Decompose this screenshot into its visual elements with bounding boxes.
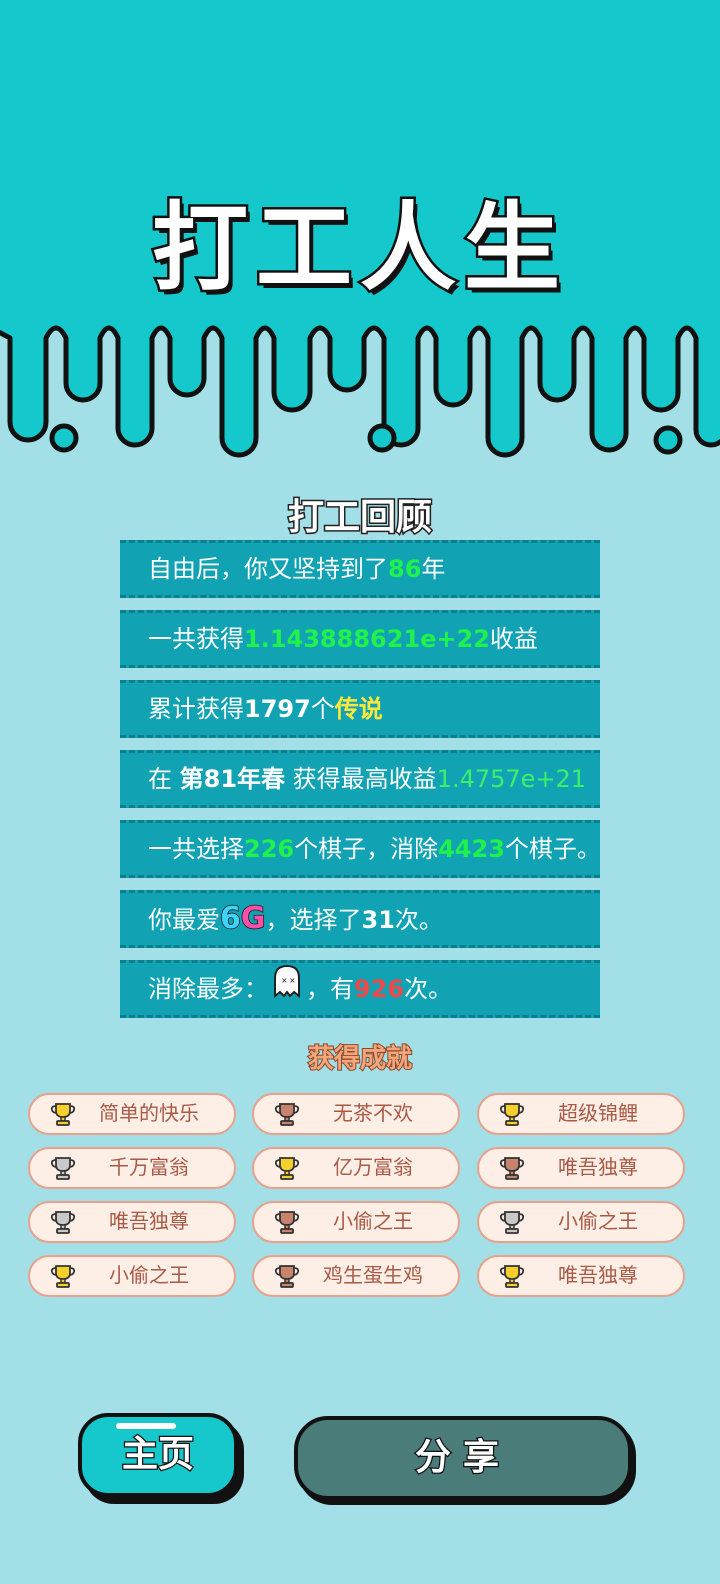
trophy-icon xyxy=(499,1157,525,1180)
achievement-badge: 无茶不欢 xyxy=(252,1093,460,1135)
achievement-badge: 简单的快乐 xyxy=(28,1093,236,1135)
stat-row-legends: 累计获得1797个传说 xyxy=(120,680,600,738)
achievement-label: 千万富翁 xyxy=(109,1155,189,1179)
trophy-icon xyxy=(274,1103,300,1126)
stat-row-favorite: 你最爱6G，选择了31次。 xyxy=(120,890,600,948)
drip-dot xyxy=(653,425,683,455)
favorite-piece-icon: 6G xyxy=(219,900,266,937)
trophy-icon xyxy=(50,1211,76,1234)
achievement-label: 小偷之王 xyxy=(333,1209,413,1233)
achievement-badge: 唯吾独尊 xyxy=(28,1201,236,1243)
achievement-label: 亿万富翁 xyxy=(333,1155,413,1179)
app-title: 打工人生 xyxy=(150,190,568,307)
achievement-badge: 超级锦鲤 xyxy=(477,1093,685,1135)
trophy-icon xyxy=(274,1157,300,1180)
achievement-label: 小偷之王 xyxy=(558,1209,638,1233)
achievement-label: 唯吾独尊 xyxy=(558,1155,638,1179)
trophy-icon xyxy=(499,1211,525,1234)
stat-row-income: 一共获得1.143888621e+22收益 xyxy=(120,610,600,668)
achievement-badge: 唯吾独尊 xyxy=(477,1255,685,1297)
stat-row-pieces: 一共选择226个棋子，消除4423个棋子。 xyxy=(120,820,601,878)
achievement-badge: 鸡生蛋生鸡 xyxy=(252,1255,460,1297)
trophy-icon xyxy=(50,1157,76,1180)
svg-text:×: × xyxy=(281,976,288,985)
achievement-label: 超级锦鲤 xyxy=(558,1101,638,1125)
trophy-icon xyxy=(499,1103,525,1126)
svg-text:×: × xyxy=(289,976,296,985)
stat-row-most-eliminated: 消除最多： × × ，有926次。 xyxy=(120,960,600,1018)
achievement-label: 鸡生蛋生鸡 xyxy=(323,1263,423,1287)
home-button[interactable]: 主页 xyxy=(78,1413,238,1497)
trophy-icon xyxy=(274,1211,300,1234)
trophy-icon xyxy=(50,1265,76,1288)
stat-row-years: 自由后，你又坚持到了86年 xyxy=(120,540,600,598)
header-banner: 打工人生 xyxy=(0,0,720,470)
achievement-label: 无茶不欢 xyxy=(333,1101,413,1125)
trophy-icon xyxy=(499,1265,525,1288)
stat-row-best-income: 在 第81年春 获得最高收益1.4757e+21 xyxy=(120,750,600,808)
achievement-label: 小偷之王 xyxy=(109,1263,189,1287)
achievement-badge: 小偷之王 xyxy=(252,1201,460,1243)
achievement-badge: 小偷之王 xyxy=(477,1201,685,1243)
review-title: 打工回顾 xyxy=(286,496,433,540)
achievement-badge: 千万富翁 xyxy=(28,1147,236,1189)
ghost-icon: × × xyxy=(272,964,302,1016)
achievement-badge: 亿万富翁 xyxy=(252,1147,460,1189)
achievement-badge: 唯吾独尊 xyxy=(477,1147,685,1189)
achievement-label: 简单的快乐 xyxy=(99,1101,199,1125)
achievement-badge: 小偷之王 xyxy=(28,1255,236,1297)
trophy-icon xyxy=(274,1265,300,1288)
drip-dot xyxy=(49,423,79,453)
achievements-title: 获得成就 xyxy=(307,1043,413,1075)
achievement-label: 唯吾独尊 xyxy=(558,1263,638,1287)
trophy-icon xyxy=(50,1103,76,1126)
drip-dot xyxy=(367,423,397,453)
achievement-label: 唯吾独尊 xyxy=(109,1209,189,1233)
share-button[interactable]: 分享 xyxy=(294,1416,632,1500)
